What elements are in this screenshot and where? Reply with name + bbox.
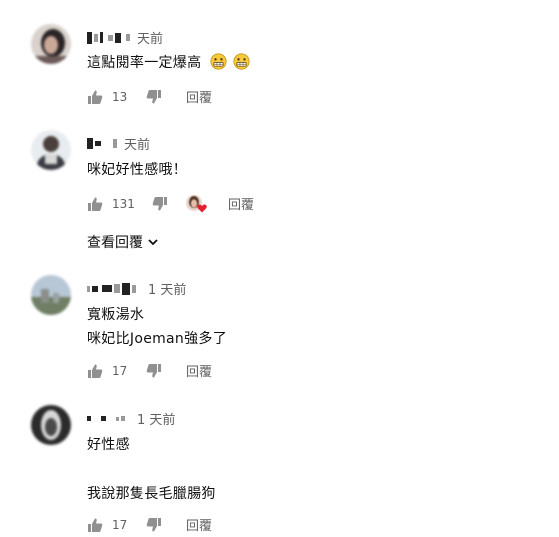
thumbs-down-icon[interactable]	[146, 89, 162, 105]
comment-text-body: 這點閱率一定爆高	[87, 55, 202, 71]
comment-text: 咪妃好性感哦！	[87, 162, 188, 178]
timestamp[interactable]: 天前	[137, 28, 163, 47]
thumbs-down-icon[interactable]	[146, 363, 162, 379]
thumbs-up-icon[interactable]	[87, 363, 103, 379]
creator-heart-icon	[186, 194, 208, 213]
comment-text: 這點閱率一定爆高	[87, 52, 250, 72]
comment-actions: 13 回覆	[87, 87, 212, 106]
author-row: 1 天前	[87, 279, 186, 298]
author-row: 天前	[87, 28, 163, 47]
author-row: 天前	[87, 134, 150, 153]
timestamp[interactable]: 天前	[124, 134, 150, 153]
avatar[interactable]	[31, 275, 71, 315]
avatar[interactable]	[31, 130, 71, 170]
like-count: 17	[112, 517, 128, 532]
view-replies-label: 查看回覆	[87, 235, 143, 251]
thumbs-up-icon[interactable]	[87, 89, 103, 105]
avatar[interactable]	[31, 24, 71, 64]
thumbs-up-icon[interactable]	[87, 196, 103, 212]
like-count: 17	[112, 363, 128, 378]
grimacing-face-icon	[210, 53, 227, 70]
comment-text-line-1: 好性感	[87, 437, 130, 453]
timestamp[interactable]: 1 天前	[148, 279, 186, 298]
reply-button[interactable]: 回覆	[228, 194, 254, 213]
reply-button[interactable]: 回覆	[186, 515, 212, 534]
grimacing-face-icon	[233, 53, 250, 70]
reply-button[interactable]: 回覆	[186, 87, 212, 106]
comment-actions: 131 回覆	[87, 194, 254, 213]
like-count: 131	[112, 196, 135, 211]
comment-text-line-1: 寬粄湯水	[87, 307, 145, 323]
timestamp[interactable]: 1 天前	[137, 409, 175, 428]
author-name[interactable]	[87, 416, 127, 421]
comment-text-line-2: 咪妃比Joeman強多了	[87, 331, 227, 347]
thumbs-down-icon[interactable]	[146, 517, 162, 533]
avatar[interactable]	[31, 405, 71, 445]
author-row: 1 天前	[87, 409, 175, 428]
chevron-down-icon	[148, 239, 158, 246]
author-name[interactable]	[87, 282, 138, 295]
like-count: 13	[112, 89, 128, 104]
author-name[interactable]	[87, 138, 119, 149]
author-name[interactable]	[87, 31, 132, 44]
view-replies-button[interactable]: 查看回覆	[87, 232, 159, 252]
comment-actions: 17 回覆	[87, 361, 212, 380]
thumbs-up-icon[interactable]	[87, 517, 103, 533]
comment-text-line-2: 我說那隻長毛臘腸狗	[87, 486, 216, 502]
reply-button[interactable]: 回覆	[186, 361, 212, 380]
thumbs-down-icon[interactable]	[152, 196, 168, 212]
comment-actions: 17 回覆	[87, 515, 212, 534]
